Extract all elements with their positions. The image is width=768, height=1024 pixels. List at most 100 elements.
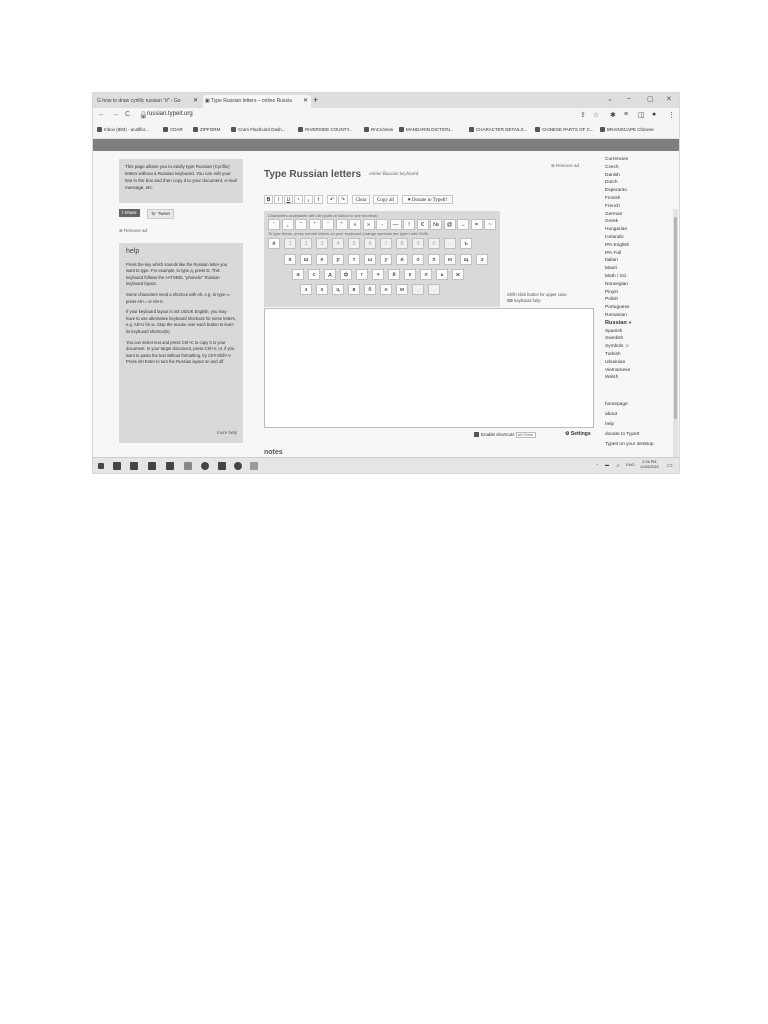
keyboard-key[interactable]: . xyxy=(428,284,440,295)
keyboard-key[interactable]: " xyxy=(335,219,348,230)
keyboard-key[interactable]: ’ xyxy=(322,219,334,230)
extension-icon[interactable]: ✱ xyxy=(610,111,616,119)
remove-ad-link[interactable]: ⊗ Remove ad xyxy=(551,163,579,169)
language-link[interactable]: Turkish xyxy=(605,351,669,359)
keyboard-key[interactable]: в xyxy=(348,284,360,295)
keyboard-key[interactable]: э xyxy=(476,254,488,265)
keyboard-help-link[interactable]: ⌨ keyboard help xyxy=(507,298,567,304)
keyboard-key[interactable]: е xyxy=(316,254,328,265)
tray-app-icon[interactable]: ▬ xyxy=(605,462,609,467)
keyboard-key[interactable]: щ xyxy=(460,254,472,265)
language-link[interactable]: Italian xyxy=(605,257,669,265)
keyboard-key[interactable]: н xyxy=(380,284,392,295)
copy-all-button[interactable]: Copy all xyxy=(373,195,398,204)
remove-ad-link[interactable]: ⊗ Remove ad xyxy=(119,228,147,234)
redo-icon[interactable]: ↷ xyxy=(338,195,348,204)
keyboard-key[interactable]: т xyxy=(348,254,360,265)
enable-shortcuts-checkbox[interactable]: Enable shortcuts Alt+Enter xyxy=(474,432,536,438)
language-link[interactable]: Symbols ☺ xyxy=(605,343,669,351)
bookmark-item[interactable]: MANDARIN DICTION... xyxy=(399,127,454,132)
bookmark-item[interactable]: CHARACTER DETAILS... xyxy=(469,127,527,132)
language-link[interactable]: Finnish xyxy=(605,195,669,203)
close-window-icon[interactable]: ✕ xyxy=(666,95,672,103)
bookmark-item[interactable]: ZIPFORM xyxy=(193,127,220,132)
keyboard-key[interactable]: , xyxy=(412,284,424,295)
language-link[interactable]: Danish xyxy=(605,172,669,180)
tray-chevron-icon[interactable]: ^ xyxy=(596,462,598,467)
taskbar-app-icon[interactable] xyxy=(218,462,226,470)
new-tab-icon[interactable]: + xyxy=(313,95,318,106)
close-tab-icon[interactable]: ✕ xyxy=(303,95,308,108)
language-link[interactable]: Russian » xyxy=(605,320,669,328)
keyboard-key[interactable]: я xyxy=(284,254,296,265)
keyboard-key[interactable]: » xyxy=(362,219,375,230)
undo-icon[interactable]: ↶ xyxy=(327,195,337,204)
clear-button[interactable]: Clear xyxy=(352,195,370,204)
footer-link[interactable]: help xyxy=(605,420,654,430)
footer-link[interactable]: homepage xyxy=(605,400,654,410)
clock[interactable]: 2:26 PM 11/20/2022 xyxy=(640,460,659,470)
keyboard-key[interactable]: 7 xyxy=(380,238,392,249)
settings-button[interactable]: ⚙ Settings xyxy=(565,431,591,437)
keyboard-key[interactable]: 5 xyxy=(348,238,360,249)
scrollbar[interactable] xyxy=(673,209,678,473)
chrome-icon[interactable] xyxy=(234,462,242,470)
taskbar-app-icon[interactable] xyxy=(201,462,209,470)
maximize-icon[interactable]: ▢ xyxy=(647,95,654,103)
bookmark-item[interactable]: RnCniView xyxy=(364,127,393,132)
language-link[interactable]: Dutch xyxy=(605,179,669,187)
language-link[interactable]: Norwegian xyxy=(605,281,669,289)
keyboard-key[interactable]: х xyxy=(316,284,328,295)
keyboard-key[interactable]: „ xyxy=(281,219,294,230)
keyboard-key[interactable]: р xyxy=(332,254,344,265)
keyboard-key[interactable]: € xyxy=(416,219,429,230)
keyboard-key[interactable]: = xyxy=(470,219,483,230)
sidepanel-icon[interactable]: ◫ xyxy=(638,111,645,119)
language-link[interactable]: IPA Full xyxy=(605,250,669,258)
keyboard-key[interactable]: г xyxy=(356,269,368,280)
chevron-down-icon[interactable]: ⌄ xyxy=(607,95,613,103)
language-link[interactable]: Welsh xyxy=(605,374,669,382)
taskbar-app-icon[interactable] xyxy=(113,462,121,470)
subscript-icon[interactable]: ₓ xyxy=(304,195,313,204)
language-link[interactable]: Swedish xyxy=(605,335,669,343)
taskbar-app-icon[interactable] xyxy=(166,462,174,470)
keyboard-key[interactable]: ! xyxy=(403,219,415,230)
keyboard-key[interactable]: “ xyxy=(295,219,307,230)
tweet-button[interactable]: 🐦 Tweet xyxy=(147,209,174,219)
keyboard-key[interactable]: 8 xyxy=(396,238,408,249)
language-link[interactable]: Pinyin xyxy=(605,289,669,297)
keyboard-key[interactable]: ц xyxy=(332,284,344,295)
underline-icon[interactable]: U xyxy=(284,195,293,204)
scroll-thumb[interactable] xyxy=(674,217,677,419)
keyboard-key[interactable]: д xyxy=(324,269,336,280)
keyboard-key[interactable]: 2 xyxy=(300,238,312,249)
url-field[interactable]: russian.typeit.org xyxy=(147,111,193,117)
language-indicator[interactable]: ENG xyxy=(626,462,635,467)
keyboard-key[interactable]: а xyxy=(292,269,304,280)
footer-link[interactable]: TypeIt on your desktop xyxy=(605,440,654,450)
tab-typeit[interactable]: ▣ Type Russian letters – online Russia ✕ xyxy=(203,95,311,108)
superscript-icon[interactable]: ˣ xyxy=(294,195,303,204)
menu-icon[interactable]: ⋮ xyxy=(668,111,675,119)
language-link[interactable]: Math / Sci. xyxy=(605,273,669,281)
keyboard-key[interactable]: 4 xyxy=(332,238,344,249)
keyboard-key[interactable]: @ xyxy=(443,219,456,230)
keyboard-key[interactable]: ш xyxy=(300,254,312,265)
keyboard-key[interactable]: ь xyxy=(436,269,448,280)
keyboard-key[interactable]: 0 xyxy=(428,238,440,249)
language-link[interactable]: Spanish xyxy=(605,328,669,336)
donate-button[interactable]: ♥ Donate to TypeIt! xyxy=(402,195,453,204)
profile-icon[interactable]: ● xyxy=(652,111,656,118)
keyboard-key[interactable]: ” xyxy=(308,219,321,230)
keyboard-key[interactable]: № xyxy=(430,219,442,230)
language-link[interactable]: Romanian xyxy=(605,312,669,320)
keyboard-key[interactable]: - xyxy=(376,219,388,230)
keyboard-key[interactable]: 6 xyxy=(364,238,376,249)
notification-icon[interactable]: ▭ xyxy=(667,462,673,469)
close-tab-icon[interactable]: ✕ xyxy=(193,95,198,108)
taskbar-app-icon[interactable] xyxy=(184,462,192,470)
keyboard-key[interactable]: ъ xyxy=(460,238,472,249)
taskbar-app-icon[interactable] xyxy=(250,462,258,470)
keyboard-key[interactable]: 3 xyxy=(316,238,328,249)
